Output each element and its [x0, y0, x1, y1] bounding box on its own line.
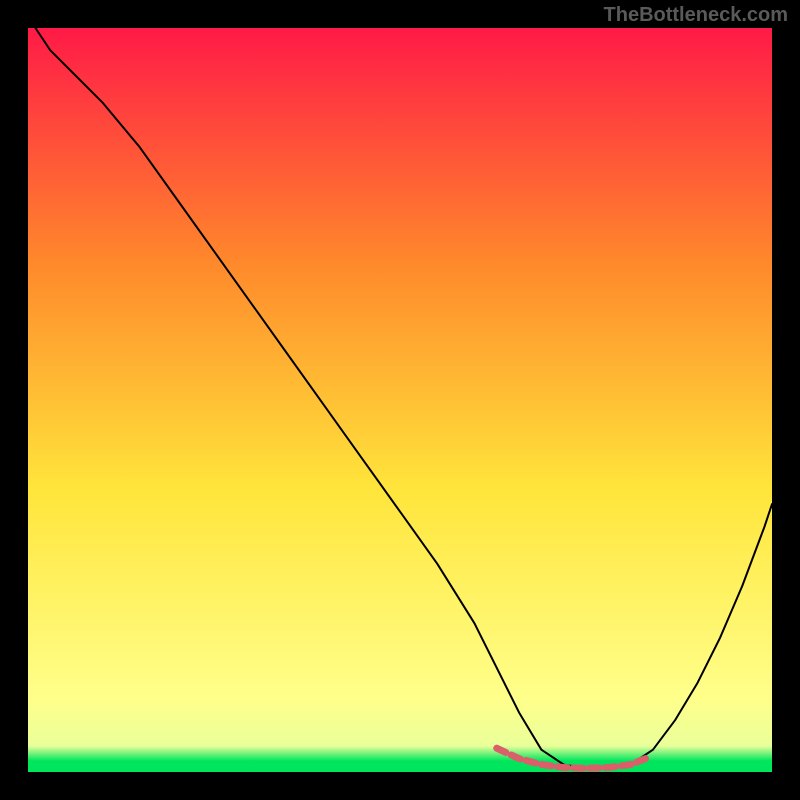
chart-plot-area	[28, 28, 772, 772]
watermark-text: TheBottleneck.com	[604, 4, 788, 27]
chart-svg	[28, 28, 772, 772]
chart-background	[28, 28, 772, 772]
